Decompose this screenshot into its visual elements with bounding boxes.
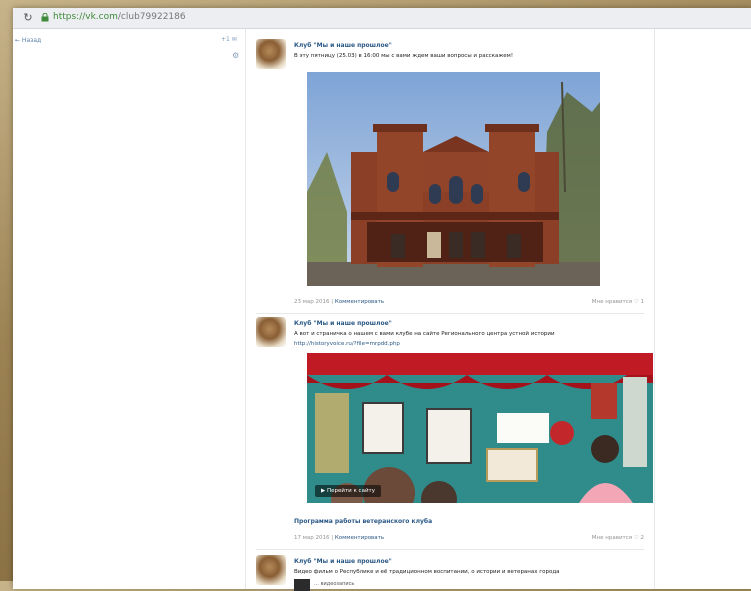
post-photo[interactable]: ▶ Перейти к сайту [307, 353, 653, 503]
post-author[interactable]: Клуб "Мы и наше прошлое" [294, 320, 392, 327]
post-author[interactable]: Клуб "Мы и наше прошлое" [294, 42, 392, 49]
post-text: В эту пятницу (25.03) в 16:00 мы с вами … [294, 53, 514, 59]
post-author[interactable]: Клуб "Мы и наше прошлое" [294, 558, 392, 565]
post-date[interactable]: 17 мар 2016 [294, 535, 330, 541]
page-content: ← Назад +1 ✉ ⚙ Клуб "Мы и наше прошлое" … [13, 29, 751, 591]
video-label[interactable]: … видеозапись [314, 581, 354, 587]
notification-badge[interactable]: +1 ✉ [221, 36, 237, 43]
post-photo[interactable] [307, 72, 600, 286]
classroom-photo [307, 353, 653, 503]
comment-link[interactable]: Комментировать [335, 535, 384, 541]
post-date[interactable]: 23 мар 2016 [294, 299, 330, 305]
post-divider [256, 549, 644, 550]
post-link[interactable]: http://historyvoice.ru/?file=mrpdd.php [294, 341, 400, 347]
lock-icon [41, 13, 49, 22]
back-link[interactable]: ← Назад [15, 37, 41, 44]
url-path: /club79922186 [117, 12, 186, 22]
like-button[interactable]: Мне нравится ♡ 1 [592, 299, 644, 305]
url-host: https://vk.com [53, 12, 118, 22]
reload-icon[interactable]: ↻ [21, 11, 35, 25]
wall-feed: Клуб "Мы и наше прошлое" В эту пятницу (… [245, 29, 655, 591]
post-text: Видео фильм о Республике и её традиционн… [294, 569, 560, 575]
photo-link-tag[interactable]: ▶ Перейти к сайту [315, 485, 381, 497]
url-text[interactable]: https://vk.com/club79922186 [53, 12, 186, 22]
like-button[interactable]: Мне нравится ♡ 2 [592, 535, 644, 541]
post-text: А вот и страничка о нашем с вами клубе н… [294, 331, 555, 337]
photo-caption[interactable]: Программа работы ветеранского клуба [294, 518, 432, 525]
post-divider [256, 313, 644, 314]
post-meta: 17 мар 2016 | Комментировать [294, 535, 385, 541]
browser-window: ↻ https://vk.com/club79922186 ← Назад +1… [13, 8, 751, 591]
gear-icon[interactable]: ⚙ [232, 51, 239, 60]
comment-link[interactable]: Комментировать [335, 299, 384, 305]
address-bar[interactable]: ↻ https://vk.com/club79922186 [13, 8, 751, 29]
avatar[interactable] [256, 39, 286, 69]
avatar[interactable] [256, 317, 286, 347]
post-meta: 23 мар 2016 | Комментировать [294, 299, 385, 305]
